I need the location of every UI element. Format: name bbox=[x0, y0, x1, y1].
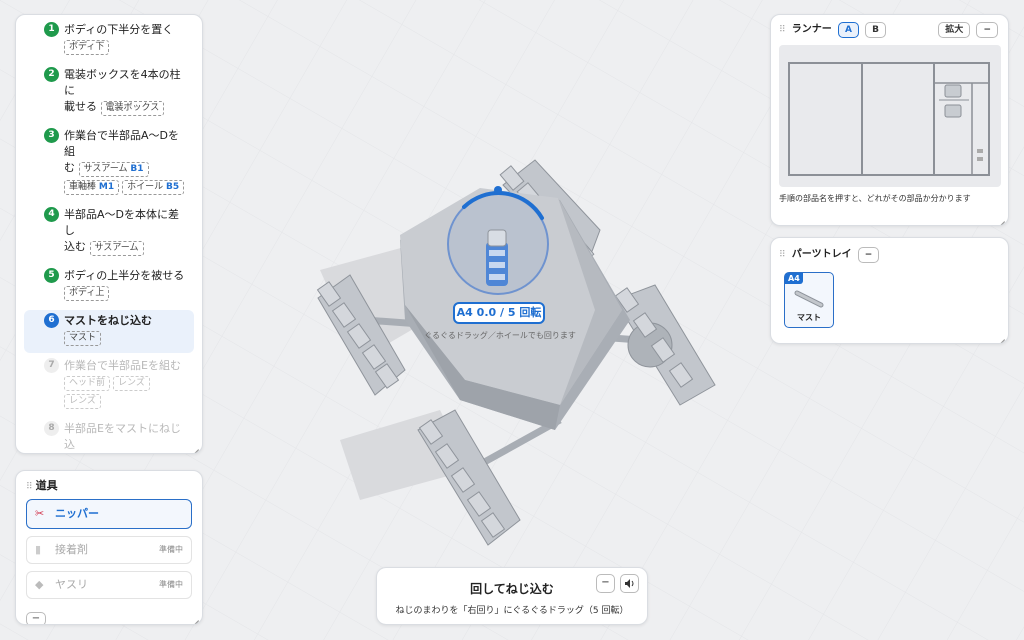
tools-title-label: 道具 bbox=[35, 479, 58, 492]
step-text: 作業台で半部品Eを組む bbox=[64, 359, 181, 372]
part-tag[interactable]: ヘッド前 bbox=[64, 376, 111, 391]
rotation-counter: A4 0.0 / 5 回転 bbox=[453, 302, 545, 324]
step-text: マストをねじ込む bbox=[64, 314, 152, 327]
step-item-5[interactable]: 5 ボディの上半分を被せる ボディ上 bbox=[24, 265, 194, 308]
step-text-cont: 込む bbox=[64, 240, 86, 253]
part-tag[interactable]: ボディ下 bbox=[64, 40, 110, 55]
minimize-button[interactable]: − bbox=[26, 612, 46, 624]
tool-label: 接着剤 bbox=[55, 543, 88, 556]
mast-part[interactable] bbox=[486, 229, 508, 286]
part-tag[interactable]: サスアーム B1 bbox=[78, 162, 149, 177]
tool-glue-button[interactable]: ▮ 接着剤 準備中 bbox=[26, 536, 192, 564]
step-item-6[interactable]: 6 マストをねじ込む マスト bbox=[24, 310, 194, 353]
part-tag[interactable]: ボディ上 bbox=[64, 286, 110, 301]
part-tag[interactable]: サスアーム bbox=[89, 241, 144, 256]
resize-handle[interactable] bbox=[993, 210, 1005, 222]
instruction-panel: 回してねじ込む ねじのまわりを「右回り」にぐるぐるドラッグ（5 回転） − bbox=[376, 567, 648, 625]
runner-tab-a[interactable]: A bbox=[837, 22, 859, 38]
step-text: 半部品Eをマストにねじ込 bbox=[64, 422, 181, 451]
step-number: 2 bbox=[44, 67, 59, 82]
step-text: ボディの下半分を置く bbox=[64, 23, 174, 36]
rotation-handle[interactable] bbox=[494, 186, 502, 194]
rotation-hint: ぐるぐるドラッグ／ホイールでも回ります bbox=[424, 331, 576, 340]
step-text: 作業台で半部品A〜Dを組 bbox=[64, 129, 179, 158]
part-tag[interactable]: 車軸棒 M1 bbox=[64, 180, 120, 195]
instruction-detail: ねじのまわりを「右回り」にぐるぐるドラッグ（5 回転） bbox=[395, 606, 629, 616]
part-code: B1 bbox=[130, 164, 144, 174]
step-item-8[interactable]: 8半部品Eをマストにねじ込む ヘッド前 bbox=[24, 418, 194, 453]
tool-status: 準備中 bbox=[159, 580, 183, 589]
drag-grip-icon[interactable]: ⠿ bbox=[26, 482, 33, 492]
runner-title: ランナー bbox=[791, 24, 832, 35]
step-item-2[interactable]: 2 電装ボックスを4本の柱に載せる 電装ボックス bbox=[24, 64, 194, 123]
runner-panel: ⠿ ランナー A B 拡大 − 手順の部品名を押すと、どれがその部品か分かります bbox=[770, 14, 1009, 226]
step-number: 7 bbox=[44, 358, 59, 373]
part-code: M1 bbox=[98, 182, 115, 192]
runner-tab-b[interactable]: B bbox=[865, 22, 886, 38]
speaker-icon[interactable] bbox=[620, 574, 639, 593]
step-text: 電装ボックスを4本の柱に bbox=[64, 68, 181, 97]
part-tag[interactable]: レンズ bbox=[113, 376, 150, 391]
part-tag[interactable]: ホイール B5 bbox=[122, 180, 185, 195]
parts-tray-panel: ⠿ パーツトレイ − A4 マスト bbox=[770, 237, 1009, 344]
step-number: 4 bbox=[44, 207, 59, 222]
tool-file-button[interactable]: ◆ ヤスリ 準備中 bbox=[26, 571, 192, 599]
resize-handle[interactable] bbox=[187, 609, 199, 621]
tray-title: パーツトレイ bbox=[791, 249, 852, 260]
step-number: 5 bbox=[44, 268, 59, 283]
step-item-4[interactable]: 4 半部品A〜Dを本体に差し込む サスアーム bbox=[24, 204, 194, 263]
part-label: マスト bbox=[797, 313, 821, 322]
step-item-3[interactable]: 3 作業台で半部品A〜Dを組む サスアーム B1 車軸棒 M1 ホイール B5 bbox=[24, 125, 194, 202]
scissors-icon: ✂ bbox=[35, 507, 45, 520]
part-tag[interactable]: 電装ボックス bbox=[100, 101, 165, 116]
part-tag[interactable]: マスト bbox=[64, 331, 102, 346]
expand-button[interactable]: 拡大 bbox=[938, 22, 971, 38]
resize-handle[interactable] bbox=[993, 328, 1005, 340]
step-text-cont: む bbox=[64, 161, 75, 174]
tool-label: ヤスリ bbox=[55, 578, 88, 591]
step-number: 3 bbox=[44, 128, 59, 143]
step-number: 6 bbox=[44, 313, 59, 328]
part-mast-card[interactable]: A4 マスト bbox=[784, 272, 834, 328]
resize-handle[interactable] bbox=[187, 438, 199, 450]
step-text: 半部品A〜Dを本体に差し bbox=[64, 208, 179, 237]
minimize-button[interactable]: − bbox=[857, 247, 880, 263]
part-tag[interactable]: レンズ bbox=[64, 394, 101, 409]
steps-panel: 1 ボディの下半分を置く ボディ下 2 電装ボックスを4本の柱に 載せる 電装ボックス 3 作… bbox=[15, 14, 203, 454]
step-text: ボディの上半分を被せる bbox=[64, 269, 185, 282]
step-number: 1 bbox=[44, 22, 59, 37]
tool-label: ニッパー bbox=[55, 507, 99, 520]
runner-sprue-view[interactable] bbox=[779, 45, 1001, 187]
file-icon: ◆ bbox=[35, 578, 44, 591]
step-text-cont: 載せる bbox=[64, 100, 97, 113]
part-code: B5 bbox=[166, 182, 180, 192]
tool-status: 準備中 bbox=[159, 545, 183, 554]
tools-panel: ⠿ 道具 ✂ ニッパー ▮ 接着剤 準備中 ◆ ヤスリ 準備中 − bbox=[15, 470, 203, 625]
drag-grip-icon[interactable]: ⠿ bbox=[779, 25, 786, 35]
minimize-button[interactable]: − bbox=[976, 22, 998, 38]
glue-icon: ▮ bbox=[35, 543, 42, 556]
step-item-1[interactable]: 1 ボディの下半分を置く ボディ下 bbox=[24, 19, 194, 62]
tool-nipper-button[interactable]: ✂ ニッパー bbox=[26, 499, 192, 529]
drag-grip-icon[interactable]: ⠿ bbox=[779, 250, 786, 260]
step-number: 8 bbox=[44, 421, 59, 436]
step-item-7[interactable]: 7 作業台で半部品Eを組む ヘッド前 レンズレンズ bbox=[24, 355, 194, 416]
wheel-rear-right bbox=[614, 284, 716, 406]
minimize-button[interactable]: − bbox=[596, 574, 615, 593]
runner-note: 手順の部品名を押すと、どれがその部品か分かります bbox=[779, 194, 971, 203]
tools-title[interactable]: ⠿ 道具 bbox=[26, 477, 192, 493]
